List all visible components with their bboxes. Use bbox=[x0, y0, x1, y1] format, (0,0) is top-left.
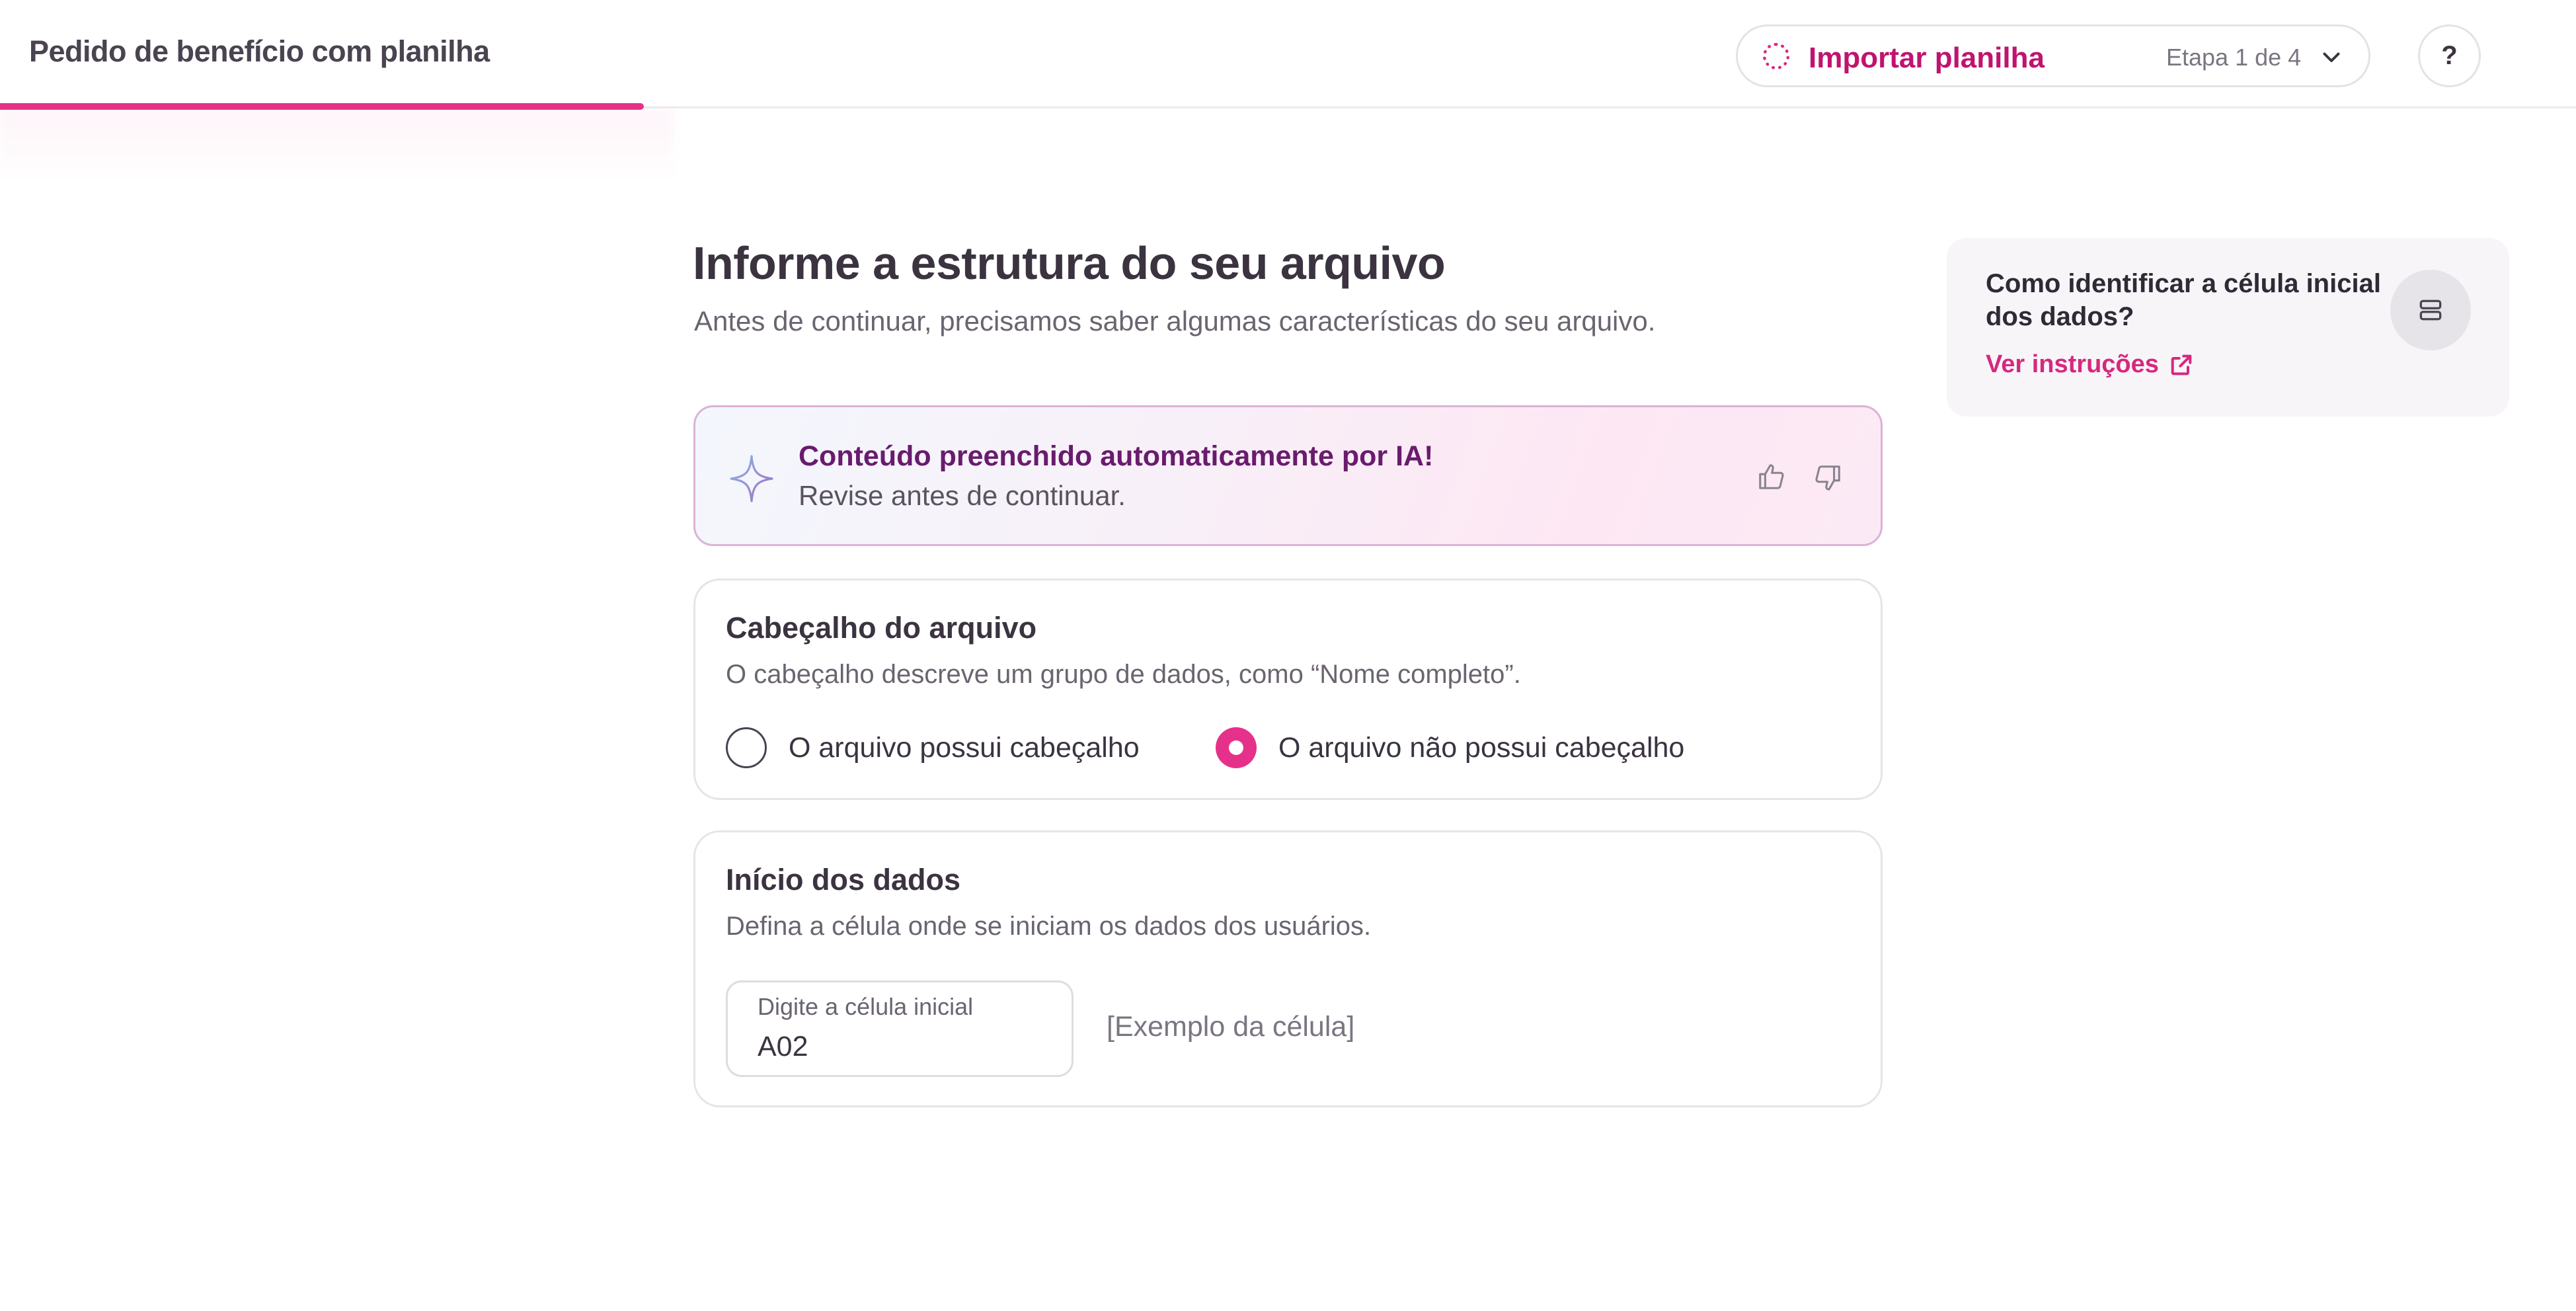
step-selector[interactable]: Importar planilha Etapa 1 de 4 bbox=[1736, 24, 2370, 87]
instructions-help-card: Como identificar a célula inicial dos da… bbox=[1947, 238, 2509, 417]
data-start-card: Início dos dados Defina a célula onde se… bbox=[693, 830, 1883, 1107]
radio-has-header[interactable]: O arquivo possui cabeçalho bbox=[726, 726, 1140, 770]
file-header-description: O cabeçalho descreve um grupo de dados, … bbox=[726, 660, 1521, 689]
initial-cell-label: Digite a célula inicial bbox=[758, 993, 974, 1020]
initial-cell-field[interactable]: Digite a célula inicial bbox=[726, 980, 1073, 1077]
radio-label: O arquivo possui cabeçalho bbox=[789, 731, 1140, 764]
radio-button-checked[interactable] bbox=[1216, 727, 1257, 768]
ai-notice-banner: Conteúdo preenchido automaticamente por … bbox=[693, 405, 1883, 546]
data-start-description: Defina a célula onde se iniciam os dados… bbox=[726, 912, 1372, 941]
initial-cell-input[interactable] bbox=[758, 1029, 1048, 1064]
radio-button-unchecked[interactable] bbox=[726, 727, 767, 768]
cell-example-text: [Exemplo da célula] bbox=[1107, 1011, 1355, 1043]
thumbs-up-icon[interactable] bbox=[1756, 461, 1787, 492]
chevron-down-icon bbox=[2323, 52, 2340, 62]
ai-notice-title: Conteúdo preenchido automaticamente por … bbox=[799, 440, 1434, 472]
sparkle-icon bbox=[730, 455, 773, 502]
top-bar: Pedido de benefício com planilha Importa… bbox=[0, 0, 2576, 182]
step-counter: Etapa 1 de 4 bbox=[2166, 44, 2302, 71]
radio-no-header[interactable]: O arquivo não possui cabeçalho bbox=[1216, 726, 1684, 770]
thumbs-down-icon[interactable] bbox=[1813, 463, 1843, 493]
current-step-label: Importar planilha bbox=[1809, 42, 2045, 74]
progress-glow bbox=[0, 110, 674, 182]
help-button[interactable]: ? bbox=[2418, 24, 2481, 87]
page-subtitle: Antes de continuar, precisamos saber alg… bbox=[694, 305, 1656, 337]
view-instructions-link[interactable]: Ver instruções bbox=[1986, 350, 2195, 379]
data-start-title: Início dos dados bbox=[726, 863, 961, 896]
file-header-card: Cabeçalho do arquivo O cabeçalho descrev… bbox=[693, 578, 1883, 800]
help-card-title: Como identificar a célula inicial dos da… bbox=[1986, 269, 2381, 331]
table-rows-icon bbox=[2390, 270, 2471, 350]
external-link-icon bbox=[2171, 354, 2192, 375]
page-title: Informe a estrutura do seu arquivo bbox=[693, 237, 1446, 289]
app-title: Pedido de benefício com planilha bbox=[29, 34, 490, 68]
view-instructions-label: Ver instruções bbox=[1986, 350, 2159, 378]
file-header-title: Cabeçalho do arquivo bbox=[726, 611, 1037, 645]
ai-notice-text: Revise antes de continuar. bbox=[799, 480, 1126, 511]
loading-spinner-icon bbox=[1763, 43, 1789, 69]
progress-bar bbox=[0, 103, 644, 110]
radio-label: O arquivo não possui cabeçalho bbox=[1278, 731, 1685, 764]
